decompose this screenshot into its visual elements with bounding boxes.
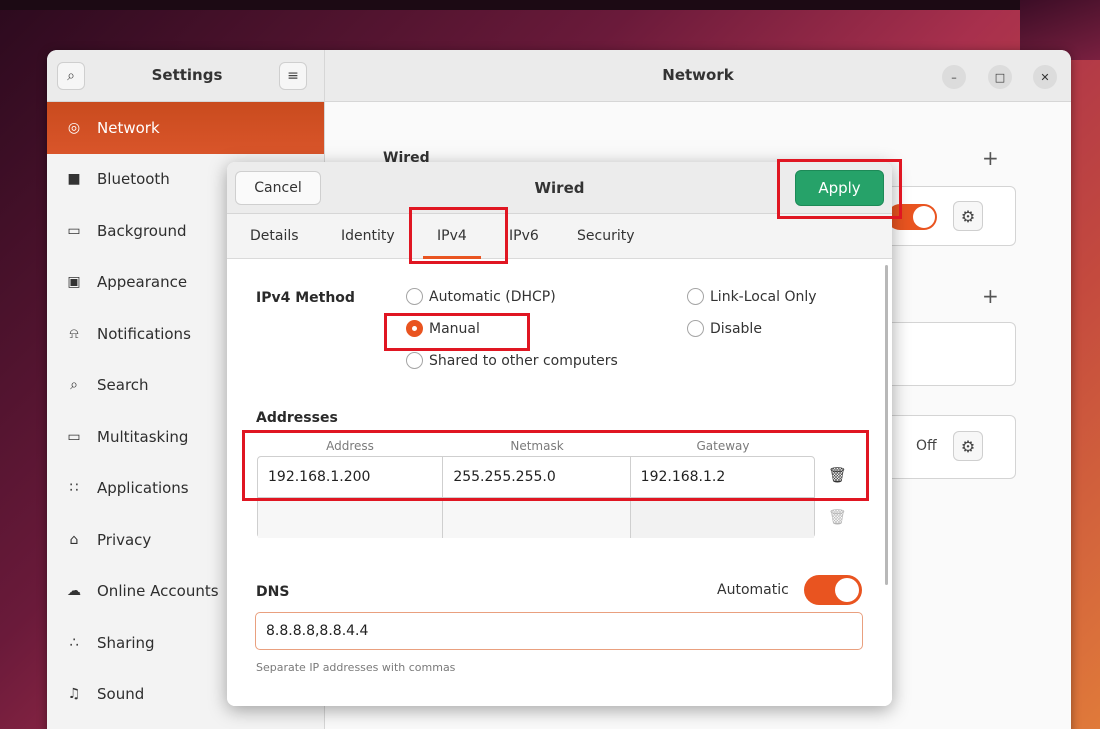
gateway-field[interactable]: 192.168.1.2 (631, 457, 814, 497)
maximize-button[interactable]: □ (988, 65, 1012, 89)
share-icon: ∴ (69, 634, 79, 651)
sidebar-item-label: Privacy (97, 530, 152, 549)
wired-dialog: Cancel Wired Apply Details Identity IPv4… (227, 162, 892, 706)
address-field[interactable] (258, 498, 444, 538)
bell-icon: ⍾ (69, 325, 79, 342)
delete-row-button-disabled: 🗑 (828, 508, 847, 526)
scrollbar[interactable] (885, 265, 888, 585)
radio-automatic-dhcp[interactable]: Automatic (DHCP) (406, 288, 556, 305)
bluetooth-icon: ■ (67, 171, 81, 188)
netmask-field[interactable]: 255.255.255.0 (443, 457, 631, 497)
search-icon: ⌕ (70, 377, 78, 394)
sidebar-item-label: Sharing (97, 633, 155, 652)
tab-ipv6[interactable]: IPv6 (509, 228, 539, 244)
radio-label: Shared to other computers (429, 352, 618, 369)
close-button[interactable]: ✕ (1033, 65, 1057, 89)
hamburger-icon: ≡ (287, 68, 299, 84)
dialog-title: Wired (534, 179, 585, 197)
tab-details[interactable]: Details (250, 228, 299, 244)
plus-icon: + (982, 146, 999, 170)
minimize-icon: – (951, 70, 957, 84)
sidebar-item-label: Network (97, 118, 160, 137)
close-icon: ✕ (1040, 70, 1050, 84)
table-row: 192.168.1.200 255.255.255.0 192.168.1.2 (258, 457, 814, 497)
sidebar-header: ⌕ Settings ≡ (47, 50, 325, 102)
delete-row-button[interactable]: 🗑 (828, 466, 847, 484)
column-gateway: Gateway (696, 439, 750, 453)
gear-icon: ⚙ (960, 206, 976, 226)
gear-icon: ⚙ (960, 436, 976, 456)
trash-icon: 🗑 (828, 508, 848, 526)
maximize-icon: □ (994, 70, 1006, 84)
dns-hint: Separate IP addresses with commas (256, 661, 456, 674)
wired-settings-button[interactable]: ⚙ (953, 201, 983, 231)
menu-button[interactable]: ≡ (279, 62, 307, 90)
radio-label: Link-Local Only (710, 288, 817, 305)
column-netmask: Netmask (510, 439, 564, 453)
trash-icon: 🗑 (828, 466, 848, 484)
tab-ipv4[interactable]: IPv4 (423, 228, 481, 259)
radio-label: Disable (710, 320, 762, 337)
appearance-icon: ▣ (67, 274, 81, 291)
sidebar-item-label: Bluetooth (97, 170, 170, 189)
sidebar-item-label: Sound (97, 685, 145, 704)
sidebar-item-label: Notifications (97, 324, 191, 343)
multitasking-icon: ▭ (67, 428, 81, 445)
lock-icon: ⌂ (69, 531, 79, 548)
cloud-icon: ☁ (67, 583, 81, 600)
ipv4-method-label: IPv4 Method (256, 290, 355, 306)
sidebar-item-label: Online Accounts (97, 582, 219, 601)
dns-automatic-toggle[interactable] (804, 575, 862, 605)
sidebar-item-network[interactable]: ◎ Network (47, 102, 324, 154)
radio-circle (687, 288, 704, 305)
dns-automatic-label: Automatic (717, 582, 789, 598)
radio-circle (406, 288, 423, 305)
background-icon: ▭ (67, 222, 81, 239)
addresses-label: Addresses (256, 410, 338, 426)
radio-circle (406, 352, 423, 369)
apply-button[interactable]: Apply (795, 170, 884, 206)
radio-circle (687, 320, 704, 337)
radio-link-local[interactable]: Link-Local Only (687, 288, 817, 305)
settings-title: Settings (151, 66, 223, 84)
address-field[interactable]: 192.168.1.200 (258, 457, 444, 497)
network-icon: ◎ (67, 119, 81, 136)
sidebar-item-label: Applications (97, 479, 189, 498)
dialog-tabs: Details Identity IPv4 IPv6 Security (227, 214, 892, 259)
tab-security[interactable]: Security (577, 228, 635, 244)
gateway-field[interactable] (630, 498, 814, 538)
header-bar: ⌕ Settings ≡ Network – □ ✕ (47, 50, 1071, 102)
radio-shared[interactable]: Shared to other computers (406, 352, 618, 369)
search-icon: ⌕ (67, 68, 75, 84)
sidebar-item-label: Background (97, 221, 187, 240)
search-button[interactable]: ⌕ (57, 62, 85, 90)
radio-manual[interactable]: Manual (406, 320, 480, 337)
sidebar-item-label: Appearance (97, 273, 188, 292)
plus-icon: + (982, 284, 999, 308)
add-vpn-button[interactable]: + (982, 284, 999, 308)
grid-icon: ∷ (69, 480, 79, 497)
netmask-field[interactable] (443, 498, 631, 538)
top-bar (0, 0, 1100, 10)
sidebar-item-label: Search (97, 376, 149, 395)
proxy-settings-button[interactable]: ⚙ (953, 431, 983, 461)
wired-toggle[interactable] (887, 204, 937, 230)
radio-circle-selected (406, 320, 423, 337)
dns-label: DNS (256, 584, 290, 600)
dns-field[interactable]: 8.8.8.8,8.8.4.4 (255, 612, 863, 650)
column-address: Address (326, 439, 374, 453)
addresses-table: 192.168.1.200 255.255.255.0 192.168.1.2 (257, 456, 815, 538)
dialog-header: Cancel Wired Apply (227, 162, 892, 214)
proxy-status: Off (916, 438, 937, 454)
radio-disable[interactable]: Disable (687, 320, 762, 337)
add-wired-button[interactable]: + (982, 146, 999, 170)
radio-label: Manual (429, 320, 480, 337)
minimize-button[interactable]: – (942, 65, 966, 89)
sidebar-item-label: Multitasking (97, 427, 189, 446)
music-note-icon: ♫ (67, 686, 81, 703)
radio-label: Automatic (DHCP) (429, 288, 556, 305)
table-row (258, 497, 814, 538)
tab-identity[interactable]: Identity (341, 228, 395, 244)
